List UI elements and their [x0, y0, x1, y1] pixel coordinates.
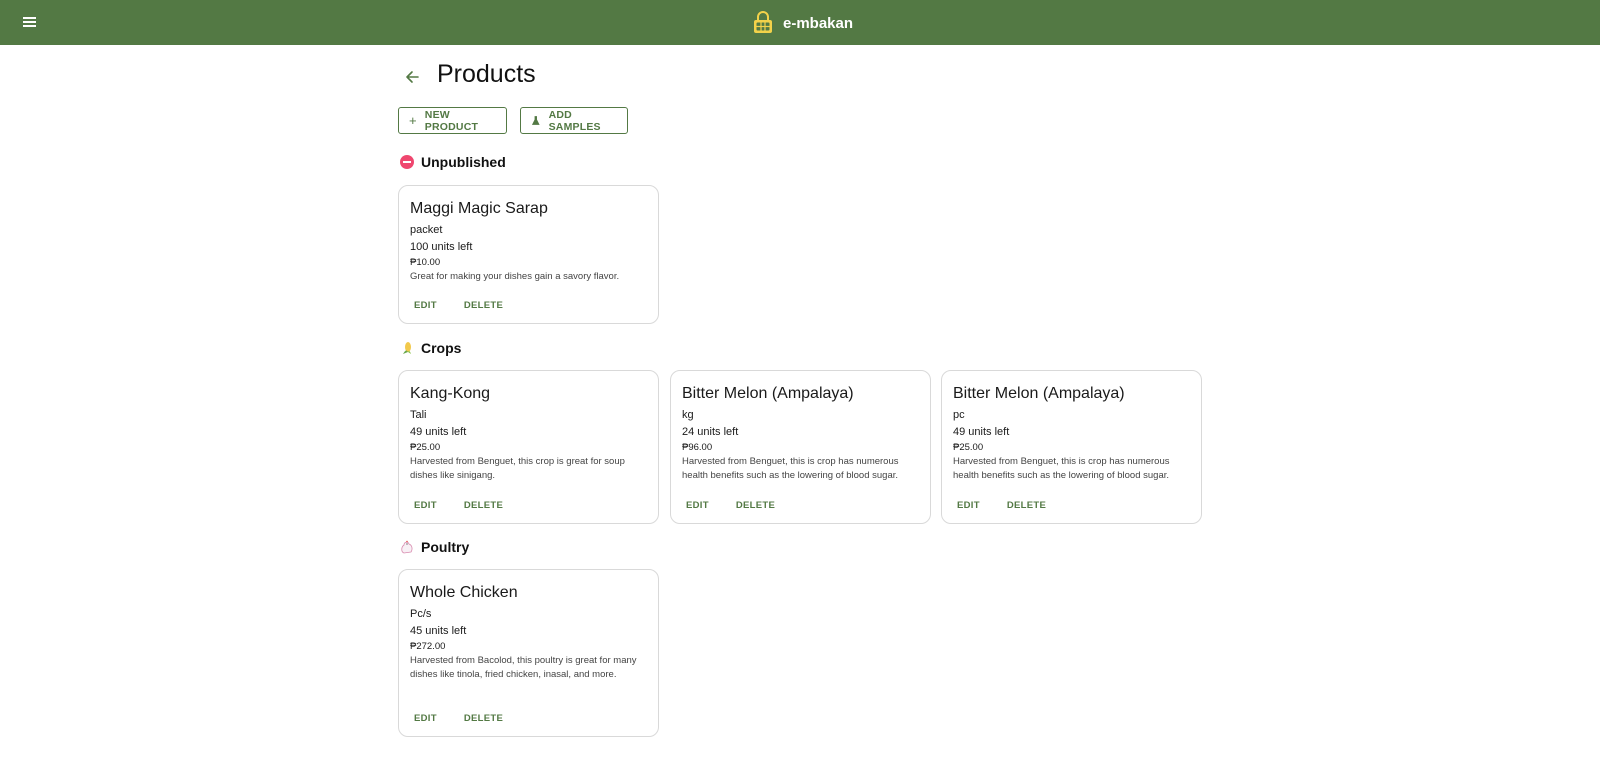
back-arrow-icon[interactable] [402, 67, 422, 87]
product-price: ₱96.00 [682, 442, 713, 453]
section-label: Poultry [421, 539, 470, 555]
edit-button[interactable]: EDIT [407, 711, 444, 726]
product-card: Bitter Melon (Ampalaya) pc 49 units left… [941, 370, 1202, 524]
product-unit: Pc/s [410, 608, 432, 620]
product-name: Bitter Melon (Ampalaya) [682, 385, 854, 402]
product-stock: 24 units left [682, 426, 739, 438]
product-stock: 100 units left [410, 241, 473, 253]
edit-button[interactable]: EDIT [679, 498, 716, 513]
delete-button[interactable]: DELETE [1000, 498, 1053, 513]
new-product-label: NEW PRODUCT [424, 108, 479, 133]
product-unit: kg [682, 409, 694, 421]
app-name: e-mbakan [783, 14, 854, 32]
product-unit: packet [410, 224, 443, 236]
product-description: Harvested from Benguet, this crop is gre… [410, 456, 625, 481]
product-price: ₱25.00 [410, 442, 441, 453]
product-description: Harvested from Bacolod, this poultry is … [410, 655, 637, 680]
delete-button[interactable]: DELETE [457, 298, 510, 313]
section-title-poultry: Poultry [400, 539, 469, 555]
brand[interactable]: e-mbakan [752, 10, 853, 36]
product-card: Whole Chicken Pc/s 45 units left ₱272.00… [398, 569, 659, 737]
add-samples-label: ADD SAMPLES [548, 108, 601, 133]
product-stock: 49 units left [953, 426, 1010, 438]
product-name: Maggi Magic Sarap [410, 200, 548, 217]
menu-icon[interactable] [20, 12, 40, 32]
basket-logo-icon [754, 11, 772, 33]
product-card: Bitter Melon (Ampalaya) kg 24 units left… [670, 370, 931, 524]
section-title-unpublished: Unpublished [400, 154, 506, 170]
add-samples-button[interactable]: ADD SAMPLES [520, 107, 628, 134]
product-card: Kang-Kong Tali 49 units left ₱25.00 Harv… [398, 370, 659, 524]
chicken-icon [401, 540, 413, 554]
section-label: Unpublished [421, 154, 506, 170]
product-name: Kang-Kong [410, 385, 491, 402]
product-card: Maggi Magic Sarap packet 100 units left … [398, 185, 659, 324]
page-title: Products [437, 60, 536, 88]
edit-button[interactable]: EDIT [407, 498, 444, 513]
delete-button[interactable]: DELETE [729, 498, 782, 513]
product-price: ₱272.00 [410, 641, 446, 652]
product-name: Whole Chicken [410, 584, 518, 601]
app-bar: e-mbakan [0, 0, 1600, 45]
flask-icon [531, 116, 540, 125]
product-description: Great for making your dishes gain a savo… [410, 271, 620, 282]
new-product-button[interactable]: + NEW PRODUCT [398, 107, 507, 134]
product-stock: 45 units left [410, 625, 467, 637]
product-price: ₱25.00 [953, 442, 984, 453]
edit-button[interactable]: EDIT [950, 498, 987, 513]
delete-button[interactable]: DELETE [457, 498, 510, 513]
plus-icon: + [409, 113, 417, 128]
product-unit: pc [953, 409, 965, 421]
section-title-crops: Crops [400, 340, 461, 356]
product-description: Harvested from Benguet, this is crop has… [682, 456, 899, 481]
delete-button[interactable]: DELETE [457, 711, 510, 726]
corn-icon [403, 342, 411, 354]
product-name: Bitter Melon (Ampalaya) [953, 385, 1125, 402]
no-entry-icon [400, 155, 414, 169]
product-description: Harvested from Benguet, this is crop has… [953, 456, 1170, 481]
edit-button[interactable]: EDIT [407, 298, 444, 313]
product-stock: 49 units left [410, 426, 467, 438]
product-price: ₱10.00 [410, 257, 441, 268]
product-unit: Tali [410, 409, 427, 421]
section-label: Crops [421, 340, 462, 356]
